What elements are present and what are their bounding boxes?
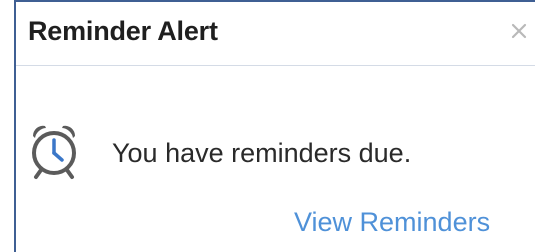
alarm-clock-icon: [29, 122, 79, 180]
popup-header: Reminder Alert: [16, 2, 535, 66]
reminder-message: You have reminders due.: [112, 138, 412, 168]
popup-title: Reminder Alert: [28, 16, 218, 46]
popup-body: You have reminders due. View Reminders: [16, 66, 535, 252]
close-icon[interactable]: [510, 22, 528, 40]
reminder-alert-popup: Reminder Alert You have reminders due. V…: [0, 0, 535, 252]
view-reminders-link[interactable]: View Reminders: [294, 207, 490, 238]
